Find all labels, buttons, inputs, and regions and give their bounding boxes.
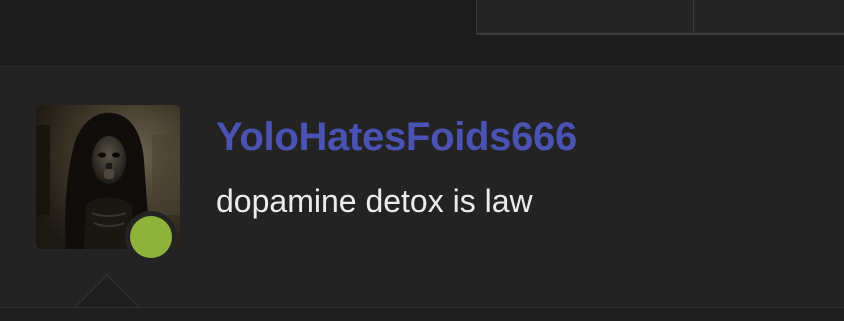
selection-pointer-fill — [74, 276, 140, 309]
status-text: dopamine detox is law — [216, 183, 533, 219]
username[interactable]: YoloHatesFoids666 — [216, 115, 577, 160]
online-status-indicator — [125, 211, 177, 263]
top-tab-1[interactable] — [477, 0, 694, 33]
online-dot-icon — [130, 216, 172, 258]
bottom-divider — [0, 307, 844, 321]
top-bar — [0, 0, 844, 67]
top-tab-strip — [476, 0, 844, 35]
top-tab-2[interactable] — [694, 0, 844, 33]
profile-card: YoloHatesFoids666 dopamine detox is law — [0, 67, 844, 307]
profile-page: YoloHatesFoids666 dopamine detox is law — [0, 0, 844, 321]
avatar-container[interactable] — [36, 105, 180, 263]
